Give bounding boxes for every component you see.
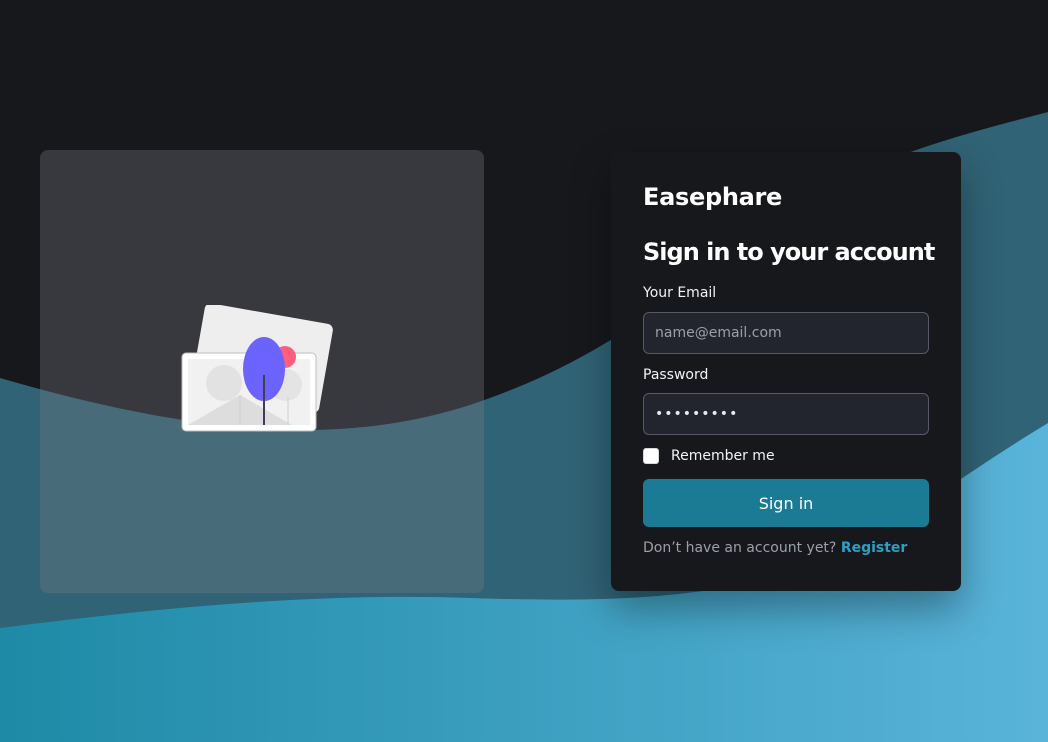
- page-title: Sign in to your account: [643, 238, 935, 266]
- remember-me-label: Remember me: [671, 448, 775, 464]
- email-field[interactable]: [643, 312, 929, 354]
- register-link[interactable]: Register: [841, 540, 908, 556]
- brand-name: Easephare: [643, 183, 783, 211]
- no-account-text: Don’t have an account yet?: [643, 540, 837, 556]
- password-field[interactable]: [643, 393, 929, 435]
- register-prompt: Don’t have an account yet? Register: [643, 540, 907, 556]
- photo-cards-illustration-icon: [181, 305, 333, 432]
- sign-in-button[interactable]: Sign in: [643, 479, 929, 527]
- illustration-panel: [40, 150, 484, 593]
- remember-me-checkbox[interactable]: [643, 448, 659, 464]
- email-label: Your Email: [643, 285, 717, 301]
- password-label: Password: [643, 367, 709, 383]
- remember-me-row: Remember me: [643, 448, 775, 464]
- login-card: Easephare Sign in to your account Your E…: [611, 152, 961, 591]
